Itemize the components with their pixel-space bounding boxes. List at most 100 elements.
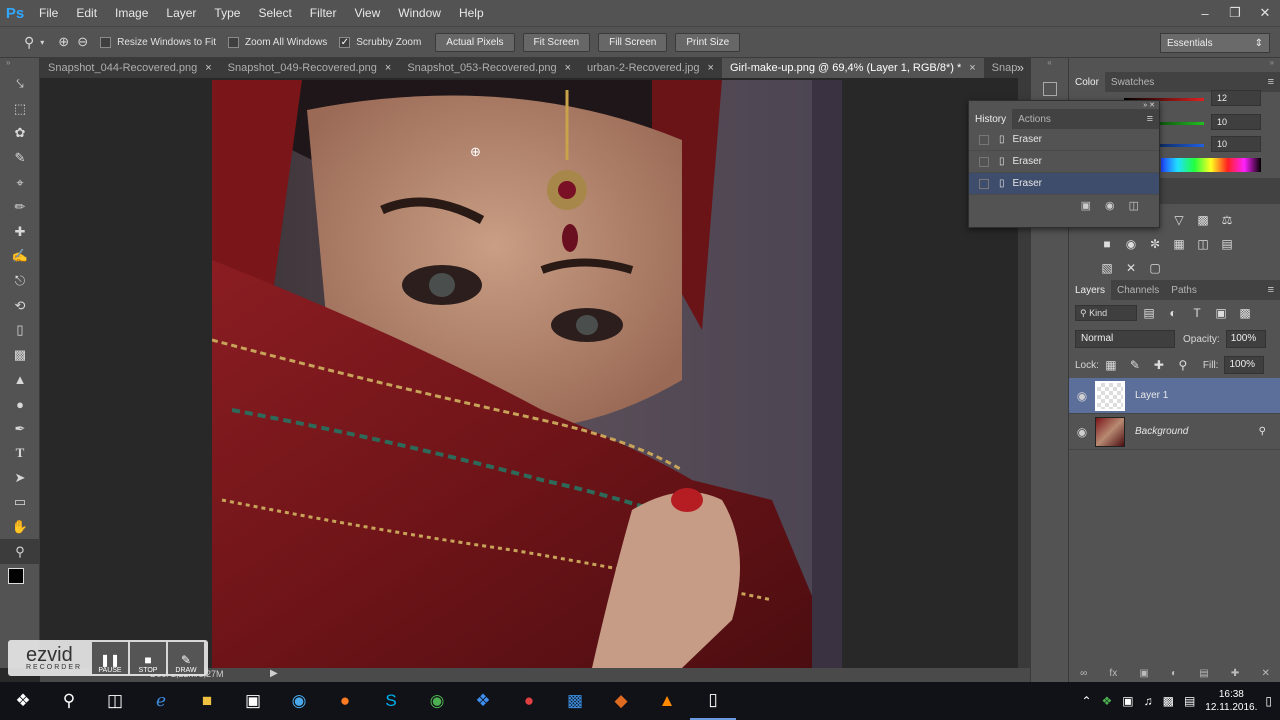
close-icon[interactable]: × <box>708 62 714 74</box>
keyboard-icon[interactable]: ▤ <box>1184 694 1195 708</box>
vibrance-icon[interactable]: ▽ <box>1167 208 1191 232</box>
resize-windows-checkbox[interactable]: Resize Windows to Fit <box>100 36 216 48</box>
tab-actions[interactable]: Actions <box>1012 109 1057 129</box>
posterize-icon[interactable]: ▤ <box>1215 232 1239 256</box>
fill-screen-button[interactable]: Fill Screen <box>598 32 668 52</box>
scrubby-zoom-checkbox[interactable]: ✓ Scrubby Zoom <box>339 36 421 48</box>
history-panel-icon[interactable] <box>1042 82 1057 96</box>
filter-smart-icon[interactable]: ▩ <box>1233 301 1257 325</box>
tab-history[interactable]: History <box>969 109 1013 129</box>
new-group-icon[interactable]: ▤ <box>1199 668 1208 679</box>
search-icon[interactable]: ⚲ <box>46 682 92 720</box>
workspace-select[interactable]: Essentials ⇕ <box>1160 33 1270 53</box>
actual-pixels-button[interactable]: Actual Pixels <box>435 32 515 52</box>
color-swatches[interactable] <box>0 564 39 604</box>
tab-snapshot-053[interactable]: Snapshot_053-Recovered.png × <box>399 58 579 78</box>
tool-preset-chevron-icon[interactable]: ▾ <box>40 38 44 47</box>
visibility-eye-icon[interactable]: ◉ <box>1069 425 1095 439</box>
tab-snapshot-049[interactable]: Snapshot_049-Recovered.png × <box>220 58 400 78</box>
crop-icon[interactable]: ⌖ <box>0 170 40 195</box>
layer-row-layer-1[interactable]: ◉ Layer 1 <box>1069 378 1280 414</box>
language-icon[interactable]: ▩ <box>1163 694 1174 708</box>
menu-type[interactable]: Type <box>205 0 249 26</box>
windows-start-icon[interactable]: ❖ <box>0 682 46 720</box>
panel-collapse-icon[interactable]: » <box>1069 58 1280 72</box>
lock-all-icon[interactable]: ⚲ <box>1171 353 1195 377</box>
camera-icon[interactable]: ◉ <box>1105 199 1115 212</box>
panel-close-icon[interactable]: » ✕ <box>969 101 1159 109</box>
tabs-overflow-icon[interactable]: » <box>1017 60 1024 75</box>
menu-help[interactable]: Help <box>450 0 493 26</box>
app-icon[interactable]: ▩ <box>552 682 598 720</box>
add-mask-icon[interactable]: ▣ <box>1139 668 1148 679</box>
dropbox-icon[interactable]: ❖ <box>460 682 506 720</box>
panel-menu-icon[interactable]: ≡ <box>1147 113 1159 125</box>
close-icon[interactable]: ✕ <box>1250 0 1280 26</box>
selective-color-icon[interactable]: ✕ <box>1119 256 1143 280</box>
menu-layer[interactable]: Layer <box>157 0 205 26</box>
clock[interactable]: 16:38 12.11.2016. <box>1205 688 1257 714</box>
threshold-icon[interactable]: ▧ <box>1095 256 1119 280</box>
clone-stamp-icon[interactable]: ⎋ <box>0 269 40 294</box>
panel-expand-icon[interactable]: « <box>1031 58 1068 72</box>
black-white-icon[interactable]: ■ <box>1095 232 1119 256</box>
draw-button[interactable]: ✎ DRAW <box>168 642 204 674</box>
fill-field[interactable]: 100% <box>1224 356 1265 374</box>
zoom-all-windows-checkbox[interactable]: Zoom All Windows <box>228 36 327 48</box>
opacity-field[interactable]: 100% <box>1225 330 1266 348</box>
tab-layers[interactable]: Layers <box>1069 280 1112 300</box>
vlc-icon[interactable]: ▲ <box>644 682 690 720</box>
type-icon[interactable]: T <box>0 441 40 466</box>
tray-chevron-icon[interactable]: ⌃ <box>1081 694 1091 708</box>
close-icon[interactable]: × <box>385 62 391 74</box>
lock-transparent-icon[interactable]: ▦ <box>1099 353 1123 377</box>
eraser-icon[interactable]: ▯ <box>0 318 40 343</box>
filter-shape-icon[interactable]: ▣ <box>1209 301 1233 325</box>
pen-icon[interactable]: ✒ <box>0 416 40 441</box>
store-icon[interactable]: ▣ <box>230 682 276 720</box>
invert-icon[interactable]: ◫ <box>1191 232 1215 256</box>
filter-pixel-icon[interactable]: ▤ <box>1137 301 1161 325</box>
tray-app-icon[interactable]: ❖ <box>1102 694 1113 708</box>
delete-layer-icon[interactable]: ✕ <box>1261 668 1269 679</box>
path-select-icon[interactable]: ➤ <box>0 466 40 491</box>
tab-urban-2[interactable]: urban-2-Recovered.jpg × <box>579 58 722 78</box>
brush-icon[interactable]: ✍ <box>0 244 40 269</box>
minimize-icon[interactable]: – <box>1190 0 1220 26</box>
channel-mixer-icon[interactable]: ✼ <box>1143 232 1167 256</box>
zoom-icon[interactable]: ⚲ <box>0 539 40 564</box>
menu-view[interactable]: View <box>345 0 389 26</box>
gradient-map-icon[interactable]: ▢ <box>1143 256 1167 280</box>
zoom-tool-icon[interactable]: ⚲ <box>24 34 34 51</box>
filter-adjustment-icon[interactable]: ◐ <box>1161 301 1185 325</box>
foreground-color[interactable] <box>8 567 24 584</box>
trash-icon[interactable]: ◫ <box>1129 199 1139 212</box>
dodge-icon[interactable]: ● <box>0 392 40 417</box>
eyedropper-icon[interactable]: ✏ <box>0 195 40 220</box>
hand-icon[interactable]: ✋ <box>0 515 40 540</box>
panel-menu-icon[interactable]: ≡ <box>1268 76 1280 88</box>
network-icon[interactable]: ▣ <box>1122 694 1133 708</box>
filter-type-icon[interactable]: T <box>1185 301 1209 325</box>
firefox-icon[interactable]: ● <box>322 682 368 720</box>
lasso-icon[interactable]: ✿ <box>0 121 40 146</box>
marquee-icon[interactable]: ⬚ <box>0 97 40 122</box>
game-icon[interactable]: ◆ <box>598 682 644 720</box>
task-view-icon[interactable]: ◫ <box>92 682 138 720</box>
history-brush-icon[interactable]: ⟲ <box>0 293 40 318</box>
zoom-out-icon[interactable]: ⊖ <box>77 34 88 50</box>
chrome-icon[interactable]: ◉ <box>414 682 460 720</box>
tab-girl-make-up[interactable]: Girl-make-up.png @ 69,4% (Layer 1, RGB/8… <box>721 58 984 78</box>
red-value[interactable]: 12 <box>1211 90 1261 106</box>
new-document-from-state-icon[interactable]: ▣ <box>1081 199 1091 212</box>
menu-edit[interactable]: Edit <box>67 0 106 26</box>
panel-menu-icon[interactable]: ≡ <box>1268 284 1280 296</box>
tab-paths[interactable]: Paths <box>1165 280 1203 300</box>
blue-value[interactable]: 10 <box>1211 136 1261 152</box>
status-menu-icon[interactable]: ▶ <box>270 668 278 679</box>
notepad-icon[interactable]: ▯ <box>690 682 736 720</box>
green-value[interactable]: 10 <box>1211 114 1261 130</box>
blur-icon[interactable]: ▲ <box>0 367 40 392</box>
layer-name[interactable]: Layer 1 <box>1135 390 1168 401</box>
layer-row-background[interactable]: ◉ Background ⚲ <box>1069 414 1280 450</box>
